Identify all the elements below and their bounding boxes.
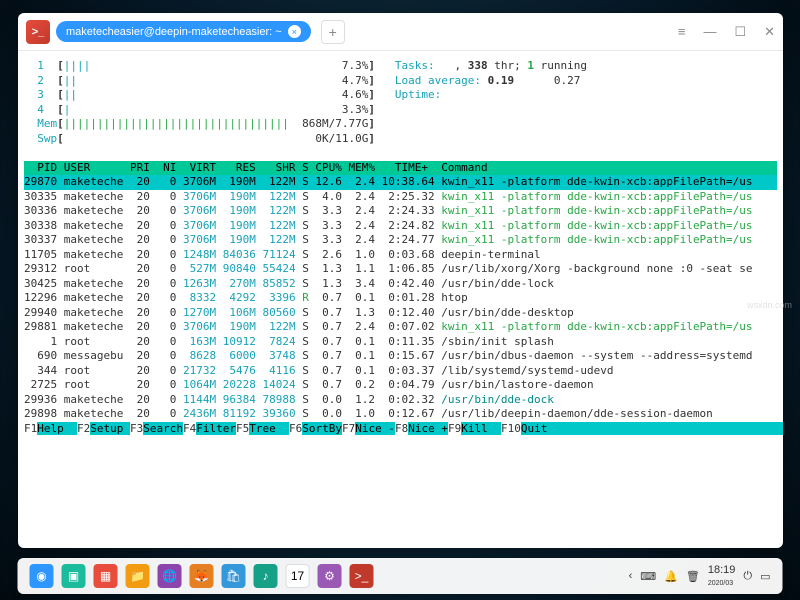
browser-icon[interactable]: 🌐: [158, 564, 182, 588]
system-tray: ‹ ⌨ 🔔 🗑 18:192020/03 ⏻ ▭: [629, 564, 771, 588]
launcher-icon[interactable]: ◉: [30, 564, 54, 588]
tray-chevron-icon[interactable]: ‹: [629, 570, 633, 582]
close-button[interactable]: ✕: [764, 24, 775, 40]
calendar-icon[interactable]: 17: [286, 564, 310, 588]
window-controls: ≡ — ☐ ✕: [678, 24, 775, 40]
new-tab-button[interactable]: +: [321, 20, 345, 44]
multitask-icon[interactable]: ▣: [62, 564, 86, 588]
file-manager-icon[interactable]: 📁: [126, 564, 150, 588]
terminal-app-icon: >_: [26, 20, 50, 44]
tab-active[interactable]: maketecheasier@deepin-maketecheasier: ~ …: [56, 21, 311, 42]
tab-close-icon[interactable]: ×: [288, 25, 301, 38]
tray-clock[interactable]: 18:192020/03: [708, 564, 736, 588]
watermark: wsxdn.com: [747, 300, 792, 310]
app-grid-icon[interactable]: ▦: [94, 564, 118, 588]
maximize-button[interactable]: ☐: [734, 24, 746, 40]
terminal-output[interactable]: 1 [|||| 7.3%] Tasks: , 338 thr; 1 runnin…: [18, 51, 783, 444]
tray-trash-icon[interactable]: 🗑: [686, 570, 700, 583]
dock: ◉ ▣ ▦ 📁 🌐 🦊 🛍 ♪ 17 ⚙ >_ ‹ ⌨ 🔔 🗑 18:19202…: [18, 558, 783, 594]
store-icon[interactable]: 🛍: [222, 564, 246, 588]
terminal-dock-icon[interactable]: >_: [350, 564, 374, 588]
tray-keyboard-icon[interactable]: ⌨: [640, 570, 656, 583]
tray-bell-icon[interactable]: 🔔: [664, 570, 678, 583]
music-icon[interactable]: ♪: [254, 564, 278, 588]
firefox-icon[interactable]: 🦊: [190, 564, 214, 588]
tab-title: maketecheasier@deepin-maketecheasier: ~: [66, 26, 282, 38]
tray-desktop-icon[interactable]: ▭: [760, 570, 770, 583]
minimize-button[interactable]: —: [703, 24, 716, 40]
terminal-window: >_ maketecheasier@deepin-maketecheasier:…: [18, 13, 783, 548]
tray-shutdown-icon[interactable]: ⏻: [743, 570, 752, 583]
titlebar: >_ maketecheasier@deepin-maketecheasier:…: [18, 13, 783, 51]
menu-icon[interactable]: ≡: [678, 24, 686, 40]
settings-icon[interactable]: ⚙: [318, 564, 342, 588]
